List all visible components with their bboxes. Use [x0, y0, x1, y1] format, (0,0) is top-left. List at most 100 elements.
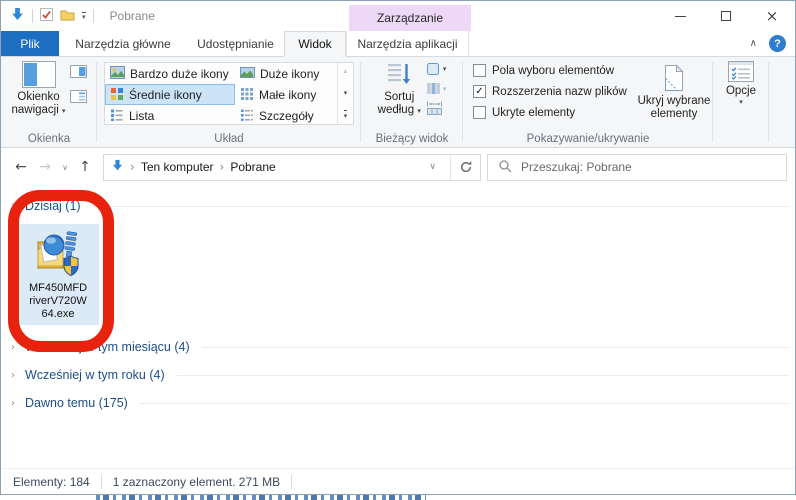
tab-strip-right-controls: ∧ ? — [750, 31, 786, 56]
preview-pane-icon[interactable] — [69, 65, 87, 81]
date-group-header-long-ago[interactable]: › Dawno temu (175) — [1, 389, 795, 417]
tab-share[interactable]: Udostępnianie — [187, 31, 284, 56]
address-toolbar: ← → ∨ ↑ › Ten komputer › Pobrane ∨ Przes… — [1, 148, 795, 186]
sort-by-button[interactable]: Sortuj według ▾ — [378, 57, 421, 130]
view-option-label: Duże ikony — [260, 66, 320, 81]
checkbox-unchecked[interactable] — [473, 64, 486, 77]
tab-home[interactable]: Narzędzia główne — [59, 31, 187, 56]
forward-button[interactable]: → — [33, 159, 57, 175]
group-label-panes: Okienka — [27, 133, 71, 145]
gallery-more-icon[interactable]: ▾ — [343, 110, 348, 120]
maximize-button[interactable] — [703, 1, 749, 31]
view-option-details[interactable]: Szczegóły — [235, 105, 337, 126]
extra-large-icons-icon — [110, 65, 125, 82]
view-option-large-icons[interactable]: Duże ikony — [235, 63, 337, 84]
view-option-medium-icons[interactable]: Średnie ikony — [105, 84, 235, 105]
options-button[interactable]: Opcje ▾ — [726, 57, 756, 130]
hide-selected-items-icon — [663, 64, 685, 95]
group-collapse-chevron-icon[interactable]: › — [11, 370, 23, 381]
group-label-layout: Układ — [214, 133, 244, 145]
checkbox-unchecked[interactable] — [473, 106, 486, 119]
search-icon — [498, 159, 512, 176]
breadcrumb-this-pc[interactable]: Ten komputer — [141, 160, 214, 174]
sort-by-label-line1: Sortuj — [384, 91, 415, 103]
tab-file[interactable]: Plik — [1, 31, 59, 56]
close-button[interactable]: × — [749, 1, 795, 31]
checkbox-item-checkboxes[interactable]: Pola wyboru elementów — [473, 64, 627, 77]
group-collapse-chevron-icon[interactable]: › — [11, 398, 23, 409]
dropdown-caret-icon: ▾ — [62, 107, 66, 115]
add-columns-button[interactable]: ▾ — [426, 82, 446, 95]
tab-application-tools[interactable]: Narzędzia aplikacji — [346, 31, 469, 56]
downloads-icon — [111, 159, 124, 175]
group-label[interactable]: Wcześniej w tym roku (4) — [25, 368, 165, 382]
group-by-button[interactable]: ▾ — [426, 62, 446, 76]
recent-locations-caret-icon[interactable]: ∨ — [57, 163, 73, 172]
divider — [32, 9, 33, 23]
explorer-window: ▾ Pobrane Zarządzanie × Plik Narzędzia g… — [0, 0, 796, 495]
help-icon[interactable]: ? — [769, 35, 786, 52]
group-label[interactable]: Wcześniej w tym miesiącu (4) — [25, 340, 190, 354]
ribbon: Okienko nawigacji ▾ Okienka Bardzo duże … — [1, 57, 795, 148]
file-name: MF450MFD riverV720W 64.exe — [28, 282, 88, 320]
details-view-icon — [240, 108, 254, 124]
up-button[interactable]: ↑ — [73, 159, 97, 175]
properties-icon[interactable] — [40, 8, 53, 24]
group-label[interactable]: Dawno temu (175) — [25, 396, 128, 410]
status-divider — [291, 474, 293, 489]
gallery-scroll-down-icon[interactable]: ▾ — [344, 89, 348, 97]
close-icon: × — [765, 6, 779, 25]
ribbon-group-show-hide: Pola wyboru elementów ✓ Rozszerzenia naz… — [463, 57, 713, 147]
customize-qat-caret-icon[interactable]: ▾ — [82, 12, 86, 21]
size-columns-to-fit-button[interactable] — [426, 101, 447, 118]
layout-gallery-scrollbar: ▴ ▾ ▾ — [337, 63, 353, 124]
details-pane-icon[interactable] — [69, 90, 87, 106]
checkbox-item-file-extensions[interactable]: ✓ Rozszerzenia nazw plików — [473, 85, 627, 98]
minimize-button[interactable] — [657, 1, 703, 31]
breadcrumb-separator-icon: › — [219, 160, 225, 174]
view-option-extra-large-icons[interactable]: Bardzo duże ikony — [105, 63, 235, 84]
options-icon — [727, 61, 754, 85]
navigation-pane-icon — [21, 61, 56, 91]
view-option-small-icons[interactable]: Małe ikony — [235, 84, 337, 105]
address-bar[interactable]: › Ten komputer › Pobrane ∨ — [103, 153, 481, 181]
checkbox-label: Rozszerzenia nazw plików — [492, 85, 627, 98]
checkbox-item-hidden-items[interactable]: Ukryte elementy — [473, 106, 627, 119]
background-window-text-fragment — [96, 495, 426, 500]
search-input[interactable]: Przeszukaj: Pobrane — [487, 153, 787, 181]
group-label[interactable]: Dzisiaj (1) — [25, 199, 81, 213]
sort-by-icon — [386, 61, 412, 91]
breadcrumb-downloads[interactable]: Pobrane — [230, 160, 275, 174]
view-option-label: Lista — [129, 108, 155, 123]
ribbon-group-options: Opcje ▾ — [713, 57, 769, 147]
checkbox-checked[interactable]: ✓ — [473, 85, 486, 98]
navigation-pane-button[interactable]: Okienko nawigacji ▾ — [11, 57, 66, 130]
date-group-header-earlier-this-year[interactable]: › Wcześniej w tym roku (4) — [1, 361, 795, 389]
group-divider — [176, 374, 789, 376]
collapse-ribbon-icon[interactable]: ∧ — [750, 38, 757, 49]
title-bar: ▾ Pobrane Zarządzanie × — [1, 1, 795, 31]
maximize-icon — [721, 11, 731, 21]
view-option-label: Szczegóły — [259, 108, 314, 123]
group-collapse-chevron-icon[interactable]: › — [11, 342, 23, 353]
small-icons-icon — [240, 87, 254, 103]
address-dropdown-caret-icon[interactable]: ∨ — [421, 162, 444, 172]
contextual-tab-header: Zarządzanie — [349, 5, 471, 31]
gallery-scroll-up-icon[interactable]: ▴ — [344, 67, 348, 75]
navigation-buttons: ← → ∨ ↑ — [9, 159, 97, 175]
view-option-list[interactable]: Lista — [105, 105, 235, 126]
layout-gallery: Bardzo duże ikony Duże ikony Średnie iko… — [104, 62, 354, 125]
date-group-header-today[interactable]: ∨ Dzisiaj (1) — [1, 194, 795, 218]
back-button[interactable]: ← — [9, 159, 33, 175]
group-label-current-view: Bieżący widok — [375, 133, 449, 145]
date-group-header-earlier-this-month[interactable]: › Wcześniej w tym miesiącu (4) — [1, 333, 795, 361]
file-item-selected[interactable]: MF450MFD riverV720W 64.exe — [17, 224, 99, 325]
checkbox-label: Pola wyboru elementów — [492, 64, 615, 77]
new-folder-icon[interactable] — [60, 9, 75, 24]
dropdown-caret-icon: ▾ — [417, 107, 421, 115]
breadcrumb-separator-icon: › — [130, 160, 135, 174]
group-label-show-hide: Pokazywanie/ukrywanie — [526, 133, 650, 145]
refresh-button[interactable] — [450, 154, 480, 180]
group-collapse-chevron-icon[interactable]: ∨ — [11, 201, 23, 212]
tab-view-active[interactable]: Widok — [284, 31, 346, 57]
